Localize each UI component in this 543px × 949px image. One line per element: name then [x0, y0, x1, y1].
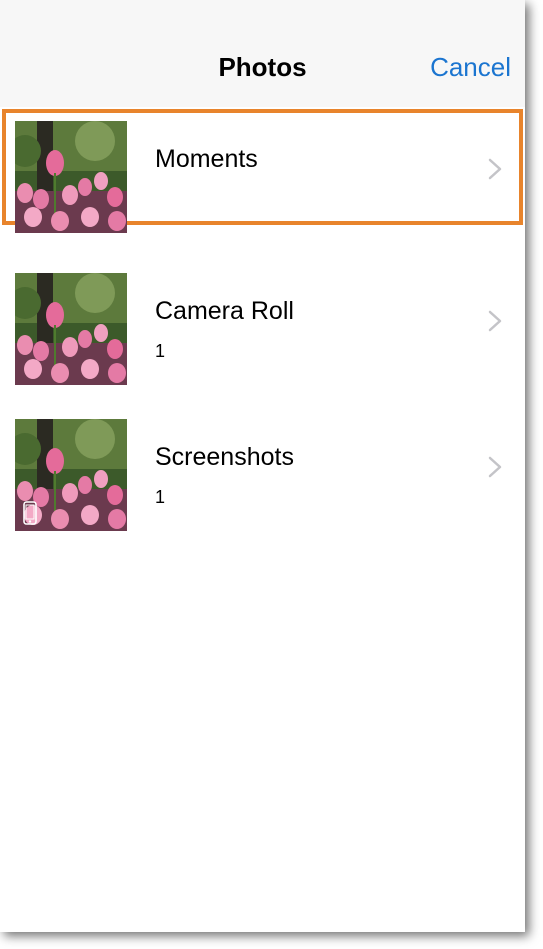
navigation-bar: Photos Cancel: [0, 0, 525, 107]
photo-picker-screen: Photos Cancel Moments Camera Roll 1 Scre…: [0, 0, 525, 932]
album-row-screenshots[interactable]: Screenshots 1: [0, 405, 525, 531]
album-count: 1: [155, 487, 166, 507]
phone-icon: [23, 501, 37, 525]
chevron-right-icon: [488, 456, 502, 478]
album-count: 1: [155, 341, 166, 361]
album-row-camera-roll[interactable]: Camera Roll 1: [0, 259, 525, 385]
album-thumbnail: [15, 419, 127, 531]
chevron-right-icon: [488, 310, 502, 332]
album-thumbnail: [15, 121, 127, 233]
chevron-right-icon: [488, 158, 502, 180]
album-thumbnail: [15, 273, 127, 385]
album-title: Screenshots: [155, 443, 294, 471]
cancel-button[interactable]: Cancel: [430, 52, 511, 83]
album-title: Moments: [155, 145, 258, 173]
tulips-photo-icon: [15, 273, 127, 385]
album-row-moments[interactable]: Moments: [0, 107, 525, 233]
album-title: Camera Roll: [155, 297, 294, 325]
tulips-photo-icon: [15, 121, 127, 233]
